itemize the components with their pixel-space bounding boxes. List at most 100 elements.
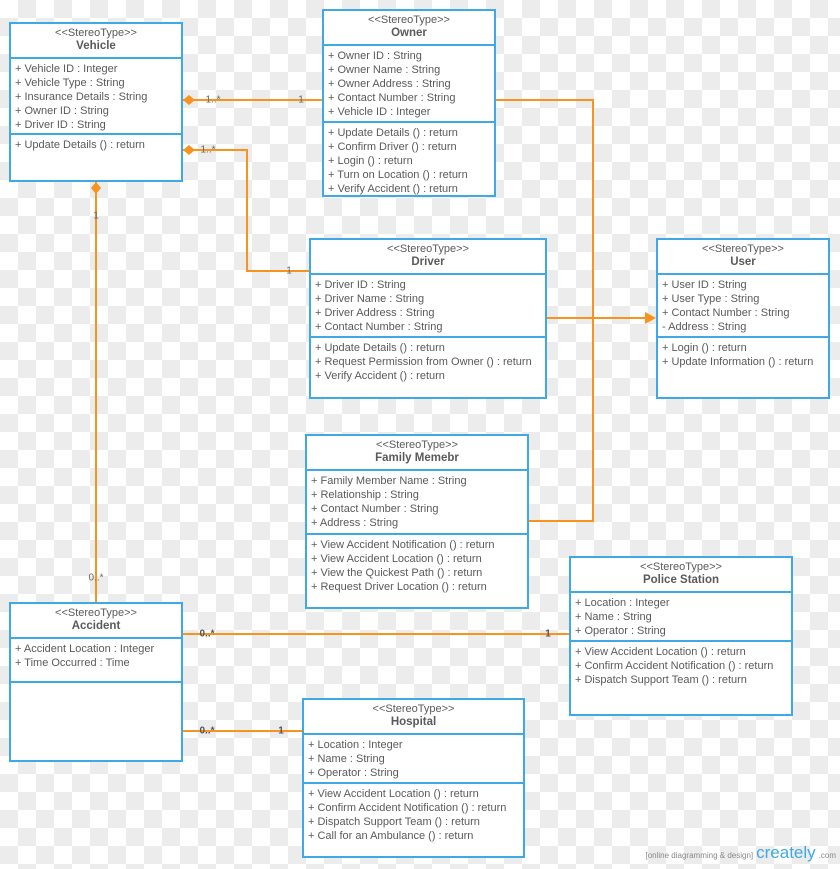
attribute: + Owner Name : String [328, 64, 441, 76]
attribute: + Family Member Name : String [311, 475, 467, 487]
class-name: Police Station [642, 574, 720, 586]
attribute: + User Type : String [662, 293, 760, 305]
class-header: <<StereoType>> Police Station [571, 558, 791, 593]
attribute: + Driver Address : String [315, 307, 435, 319]
stereotype: <<StereoType>> [372, 703, 455, 715]
operations: + Update Details () : return + Confirm Dr… [324, 123, 494, 199]
operation: + View Accident Location () : return [308, 788, 479, 800]
operation: + Dispatch Support Team () : return [575, 674, 747, 686]
multiplicity-label: 1..* [205, 94, 221, 106]
attribute: + Operator : String [575, 625, 666, 637]
attribute: + Vehicle ID : Integer [328, 106, 431, 118]
stereotype: <<StereoType>> [387, 243, 469, 255]
operations [11, 683, 181, 689]
stereotype: <<StereoType>> [640, 561, 722, 573]
attributes: + Location : Integer + Name : String + Ope… [571, 593, 791, 642]
operation: + Call for an Ambulance () : return [308, 830, 474, 842]
multiplicity-label: 1 [286, 265, 292, 277]
operation: + Update Information () : return [662, 356, 814, 368]
operations: + Update Details () : return [11, 135, 181, 155]
creately-logo: creately [756, 843, 816, 862]
attribute: - Address : String [662, 321, 747, 333]
composition-diamond-icon [183, 145, 195, 155]
class-accident[interactable]: <<StereoType>> Accident + Accident Locat… [9, 602, 183, 762]
class-header: <<StereoType>> User [658, 240, 828, 275]
attributes: + User ID : String + User Type : String + … [658, 275, 828, 338]
operation: + Request Permission from Owner () : ret… [315, 356, 532, 368]
class-user[interactable]: <<StereoType>> User + User ID : String + … [656, 238, 830, 399]
operations: + View Accident Notification () : return… [307, 535, 527, 597]
operation: + Confirm Driver () : return [328, 141, 457, 153]
class-name: Vehicle [76, 40, 116, 52]
class-name: Accident [71, 620, 121, 632]
attribute: + Driver Name : String [315, 293, 425, 305]
attribute: + Relationship : String [311, 489, 419, 501]
class-driver[interactable]: <<StereoType>> Driver + Driver ID : Stri… [309, 238, 547, 399]
attribute: + Location : Integer [575, 597, 670, 609]
connector-vehicle-driver [183, 149, 309, 272]
attributes: + Vehicle ID : Integer + Vehicle Type : S… [11, 59, 181, 135]
attribute: + Time Occurred : Time [15, 657, 130, 669]
operation: + Update Details () : return [328, 127, 458, 139]
operation: + Request Driver Location () : return [311, 581, 487, 593]
operation: + Confirm Accident Notification () : ret… [308, 802, 507, 814]
composition-diamond-icon [91, 182, 101, 194]
attribute: + Location : Integer [308, 739, 403, 751]
attributes: + Family Member Name : String + Relations… [307, 471, 527, 535]
class-name: User [730, 256, 756, 268]
operations: + View Accident Location () : return + Co… [571, 642, 791, 690]
attribute: + Address : String [311, 517, 399, 529]
operation: + Verify Accident () : return [328, 183, 458, 195]
attribute: + Owner ID : String [328, 50, 422, 62]
attribute: + Operator : String [308, 767, 399, 779]
class-name: Owner [391, 27, 427, 39]
operation: + Login () : return [662, 342, 747, 354]
attribute: + Owner ID : String [15, 105, 109, 117]
class-name: Driver [411, 256, 445, 268]
attributes: + Location : Integer + Name : String + Ope… [304, 735, 523, 784]
operation: + Verify Accident () : return [315, 370, 445, 382]
class-header: <<StereoType>> Accident [11, 604, 181, 639]
attribute: + Owner Address : String [328, 78, 451, 90]
class-police[interactable]: <<StereoType>> Police Station + Location… [569, 556, 793, 716]
operation: + View Accident Notification () : return [311, 539, 495, 551]
multiplicity-label: 1 [298, 94, 304, 106]
attribute: + Contact Number : String [311, 503, 439, 515]
composition-diamond-icon [183, 95, 195, 105]
operation: + Confirm Accident Notification () : ret… [575, 660, 774, 672]
attribute: + Contact Number : String [662, 307, 790, 319]
branding-suffix: .com [818, 851, 836, 860]
attributes: + Driver ID : String + Driver Name : Stri… [311, 275, 545, 338]
attribute: + Driver ID : String [15, 119, 106, 131]
multiplicity-label: 0..* [199, 725, 215, 737]
class-owner[interactable]: <<StereoType>> Owner + Owner ID : String… [322, 9, 496, 197]
attribute: + Accident Location : Integer [15, 643, 155, 655]
class-vehicle[interactable]: <<StereoType>> Vehicle + Vehicle ID : In… [9, 22, 183, 182]
attribute: + Name : String [308, 753, 385, 765]
class-family[interactable]: <<StereoType>> Family Memebr + Family Me… [305, 434, 529, 609]
class-header: <<StereoType>> Vehicle [11, 24, 181, 59]
attributes: + Accident Location : Integer + Time Occu… [11, 639, 181, 683]
attribute: + Name : String [575, 611, 652, 623]
stereotype: <<StereoType>> [55, 607, 137, 619]
class-name: Hospital [390, 716, 437, 728]
multiplicity-label: 0..* [199, 628, 215, 640]
class-name: Family Memebr [375, 452, 459, 464]
attributes: + Owner ID : String + Owner Name : String… [324, 46, 494, 123]
class-header: <<StereoType>> Family Memebr [307, 436, 527, 471]
operation: + Login () : return [328, 155, 413, 167]
multiplicity-label: 1 [93, 210, 99, 222]
operation: + View Accident Location () : return [311, 553, 482, 565]
multiplicity-label: 0..* [88, 572, 104, 584]
class-hospital[interactable]: <<StereoType>> Hospital + Location : Int… [302, 698, 525, 858]
creately-branding: [online diagramming & design] creately .… [646, 843, 837, 863]
operation: + Turn on Location () : return [328, 169, 468, 181]
attribute: + Insurance Details : String [15, 91, 148, 103]
stereotype: <<StereoType>> [55, 27, 137, 39]
operations: + Login () : return + Update Information … [658, 338, 828, 372]
multiplicity-label: 1 [278, 725, 284, 737]
operations: + View Accident Location () : return + Co… [304, 784, 523, 846]
class-header: <<StereoType>> Hospital [304, 700, 523, 735]
attribute: + Vehicle ID : Integer [15, 63, 118, 75]
class-header: <<StereoType>> Driver [311, 240, 545, 275]
